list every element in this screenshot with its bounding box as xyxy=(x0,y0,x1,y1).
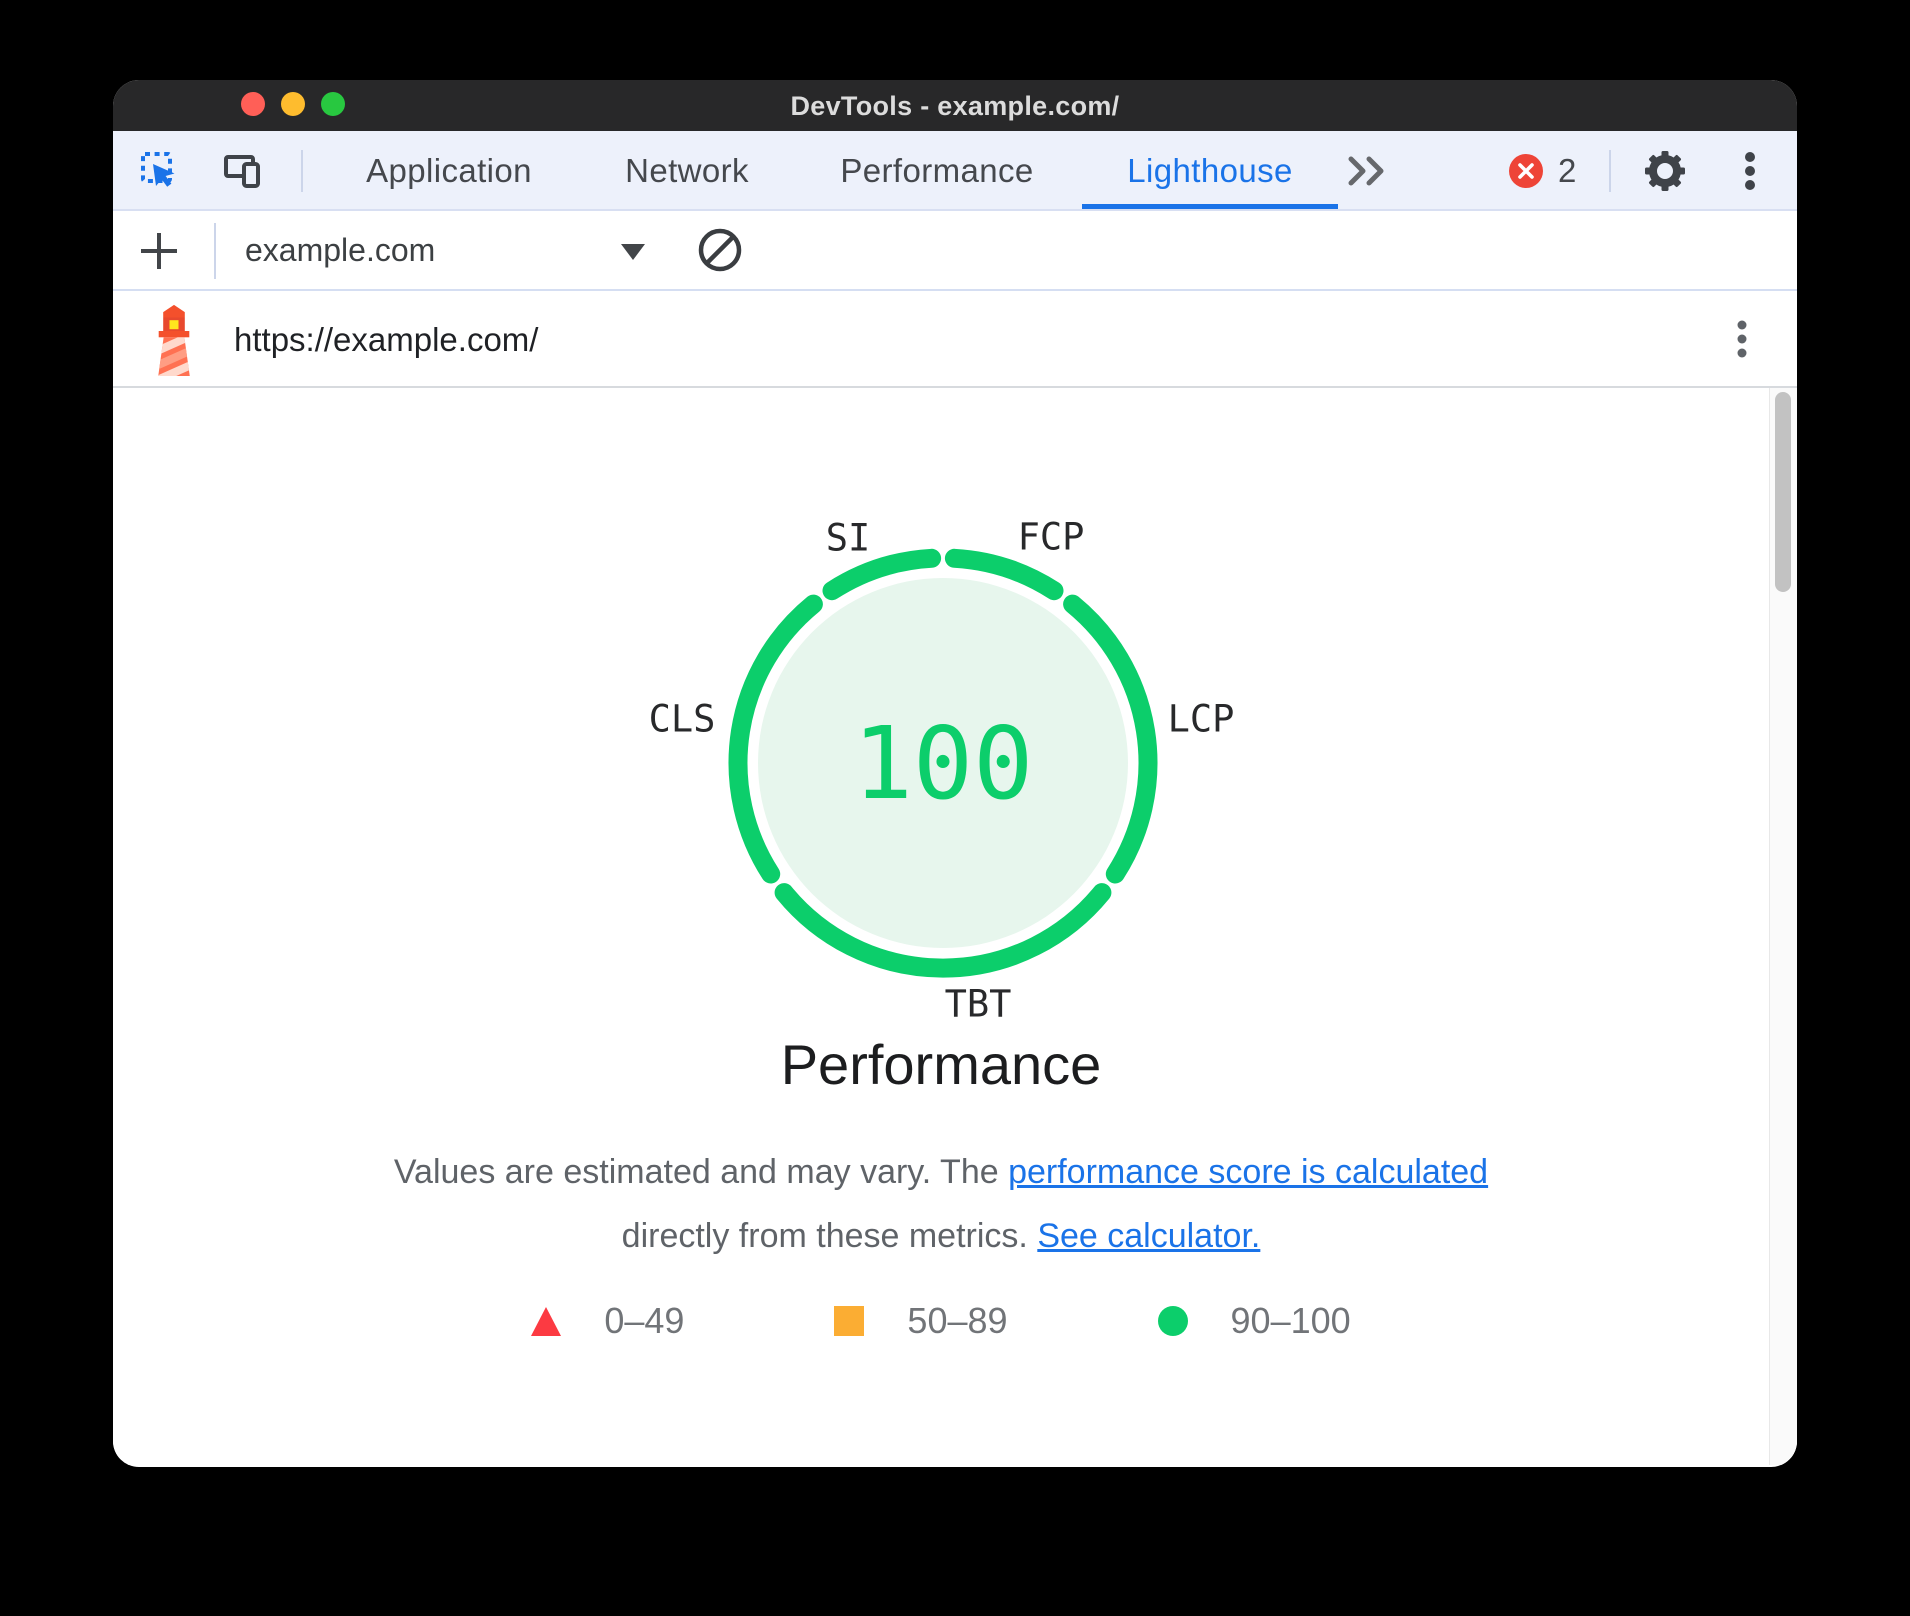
scrollbar-track[interactable] xyxy=(1769,388,1797,1465)
gear-icon xyxy=(1642,148,1688,194)
disclaimer-text: directly from these metrics. xyxy=(622,1217,1038,1255)
window-title: DevTools - example.com/ xyxy=(113,80,1797,131)
settings-button[interactable] xyxy=(1642,148,1688,194)
error-icon xyxy=(1509,154,1543,188)
toolbar-divider xyxy=(301,150,303,192)
report-url: https://example.com/ xyxy=(234,291,538,386)
lighthouse-target-bar: example.com xyxy=(113,211,1797,291)
clear-storage-button[interactable] xyxy=(696,226,744,274)
metric-label-cls: CLS xyxy=(649,698,716,741)
tab-application[interactable]: Application xyxy=(366,131,532,209)
category-title: Performance xyxy=(113,1032,1769,1097)
inspect-cursor-icon xyxy=(138,149,182,193)
tab-performance[interactable]: Performance xyxy=(840,131,1033,209)
tab-network[interactable]: Network xyxy=(625,131,749,209)
legend-item-fail: 0–49 xyxy=(531,1300,684,1342)
scrollbar-thumb[interactable] xyxy=(1775,392,1791,592)
device-toolbar-icon xyxy=(220,149,266,193)
devtools-toolbar: Application Network Performance Lighthou… xyxy=(113,131,1797,211)
chevron-down-icon xyxy=(621,244,645,260)
legend-range: 90–100 xyxy=(1231,1300,1351,1342)
toolbar-divider xyxy=(214,223,216,279)
score-disclaimer: Values are estimated and may vary. The p… xyxy=(113,1140,1769,1268)
metric-label-fcp: FCP xyxy=(1018,516,1085,559)
report-body: 100 SI FCP CLS LCP TBT Performance Value… xyxy=(113,388,1797,1465)
double-chevron-icon xyxy=(1345,155,1391,187)
report-options-button[interactable] xyxy=(1729,316,1755,362)
plus-icon xyxy=(137,229,181,273)
pass-circle-icon xyxy=(1158,1306,1188,1336)
legend-item-pass: 90–100 xyxy=(1158,1300,1351,1342)
score-legend: 0–49 50–89 90–100 xyxy=(113,1300,1769,1342)
target-select[interactable]: example.com xyxy=(233,219,673,281)
more-tabs-button[interactable] xyxy=(1345,155,1391,187)
metric-label-si: SI xyxy=(826,517,871,560)
disclaimer-text: Values are estimated and may vary. The xyxy=(394,1153,1008,1191)
metric-label-tbt: TBT xyxy=(945,983,1012,1026)
kebab-menu-icon xyxy=(1737,148,1763,194)
toggle-device-toolbar-button[interactable] xyxy=(217,147,269,195)
add-target-button[interactable] xyxy=(137,229,181,273)
block-icon xyxy=(696,226,744,274)
fail-triangle-icon xyxy=(531,1307,561,1336)
inspect-element-button[interactable] xyxy=(134,147,186,195)
legend-range: 50–89 xyxy=(907,1300,1007,1342)
performance-score: 100 xyxy=(723,543,1163,983)
more-options-button[interactable] xyxy=(1737,148,1763,194)
legend-range: 0–49 xyxy=(604,1300,684,1342)
console-errors-button[interactable] xyxy=(1509,154,1543,188)
error-count: 2 xyxy=(1558,131,1576,209)
legend-item-average: 50–89 xyxy=(834,1300,1007,1342)
title-bar: DevTools - example.com/ xyxy=(113,80,1797,131)
score-calculation-link[interactable]: performance score is calculated xyxy=(1008,1153,1488,1191)
see-calculator-link[interactable]: See calculator. xyxy=(1037,1217,1260,1255)
average-square-icon xyxy=(834,1306,864,1336)
active-tab-underline xyxy=(1082,204,1338,209)
report-header: https://example.com/ xyxy=(113,291,1797,388)
tab-lighthouse[interactable]: Lighthouse xyxy=(1127,131,1292,209)
devtools-window: DevTools - example.com/ Application Netw… xyxy=(113,80,1797,1467)
target-selected-value: example.com xyxy=(245,232,435,269)
kebab-menu-icon xyxy=(1729,316,1755,362)
metric-label-lcp: LCP xyxy=(1168,698,1235,741)
lighthouse-logo-icon xyxy=(151,304,197,376)
toolbar-divider xyxy=(1609,150,1611,192)
